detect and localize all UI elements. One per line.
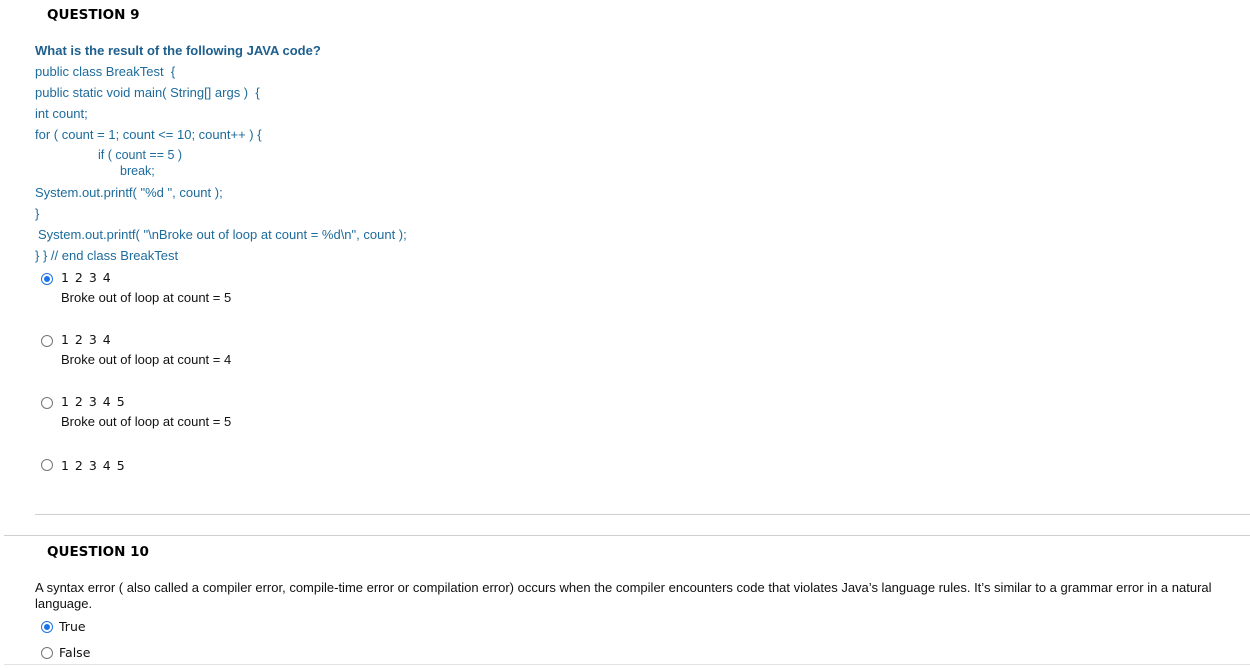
question-10-top-border (4, 535, 1250, 536)
false-radio[interactable] (41, 647, 53, 659)
option-c-line1: 1 2 3 4 5 (61, 394, 126, 409)
code-line: int count; (35, 106, 88, 121)
code-line: for ( count = 1; count <= 10; count++ ) … (35, 127, 262, 142)
question-9-prompt: What is the result of the following JAVA… (35, 43, 321, 58)
question-9-header: QUESTION 9 (47, 7, 140, 23)
question-10-prompt: A syntax error ( also called a compiler … (35, 580, 1212, 611)
option-d-radio[interactable] (41, 459, 53, 471)
true-label[interactable]: True (59, 619, 86, 634)
option-b-radio[interactable] (41, 335, 53, 347)
option-d-line1: 1 2 3 4 5 (61, 458, 126, 473)
code-line: public class BreakTest { (35, 64, 176, 79)
code-line: break; (120, 164, 155, 178)
true-radio[interactable] (41, 621, 53, 633)
code-line: if ( count == 5 ) (98, 148, 183, 162)
code-line: } (35, 206, 40, 221)
option-b-line1: 1 2 3 4 (61, 332, 112, 347)
option-a-line1: 1 2 3 4 (61, 270, 112, 285)
code-line: public static void main( String[] args )… (35, 85, 260, 100)
option-c-radio[interactable] (41, 397, 53, 409)
code-line: System.out.printf( "\nBroke out of loop … (38, 227, 407, 242)
option-c-line2: Broke out of loop at count = 5 (61, 414, 232, 429)
code-line: System.out.printf( "%d ", count ); (35, 185, 223, 200)
false-label[interactable]: False (59, 645, 90, 660)
question-10-bottom-border (4, 664, 1250, 665)
option-b-line2: Broke out of loop at count = 4 (61, 352, 232, 367)
question-10-header: QUESTION 10 (47, 544, 149, 560)
option-a-line2: Broke out of loop at count = 5 (61, 290, 232, 305)
option-a-radio[interactable] (41, 273, 53, 285)
question-divider (35, 514, 1250, 515)
code-line: } } // end class BreakTest (35, 248, 179, 263)
